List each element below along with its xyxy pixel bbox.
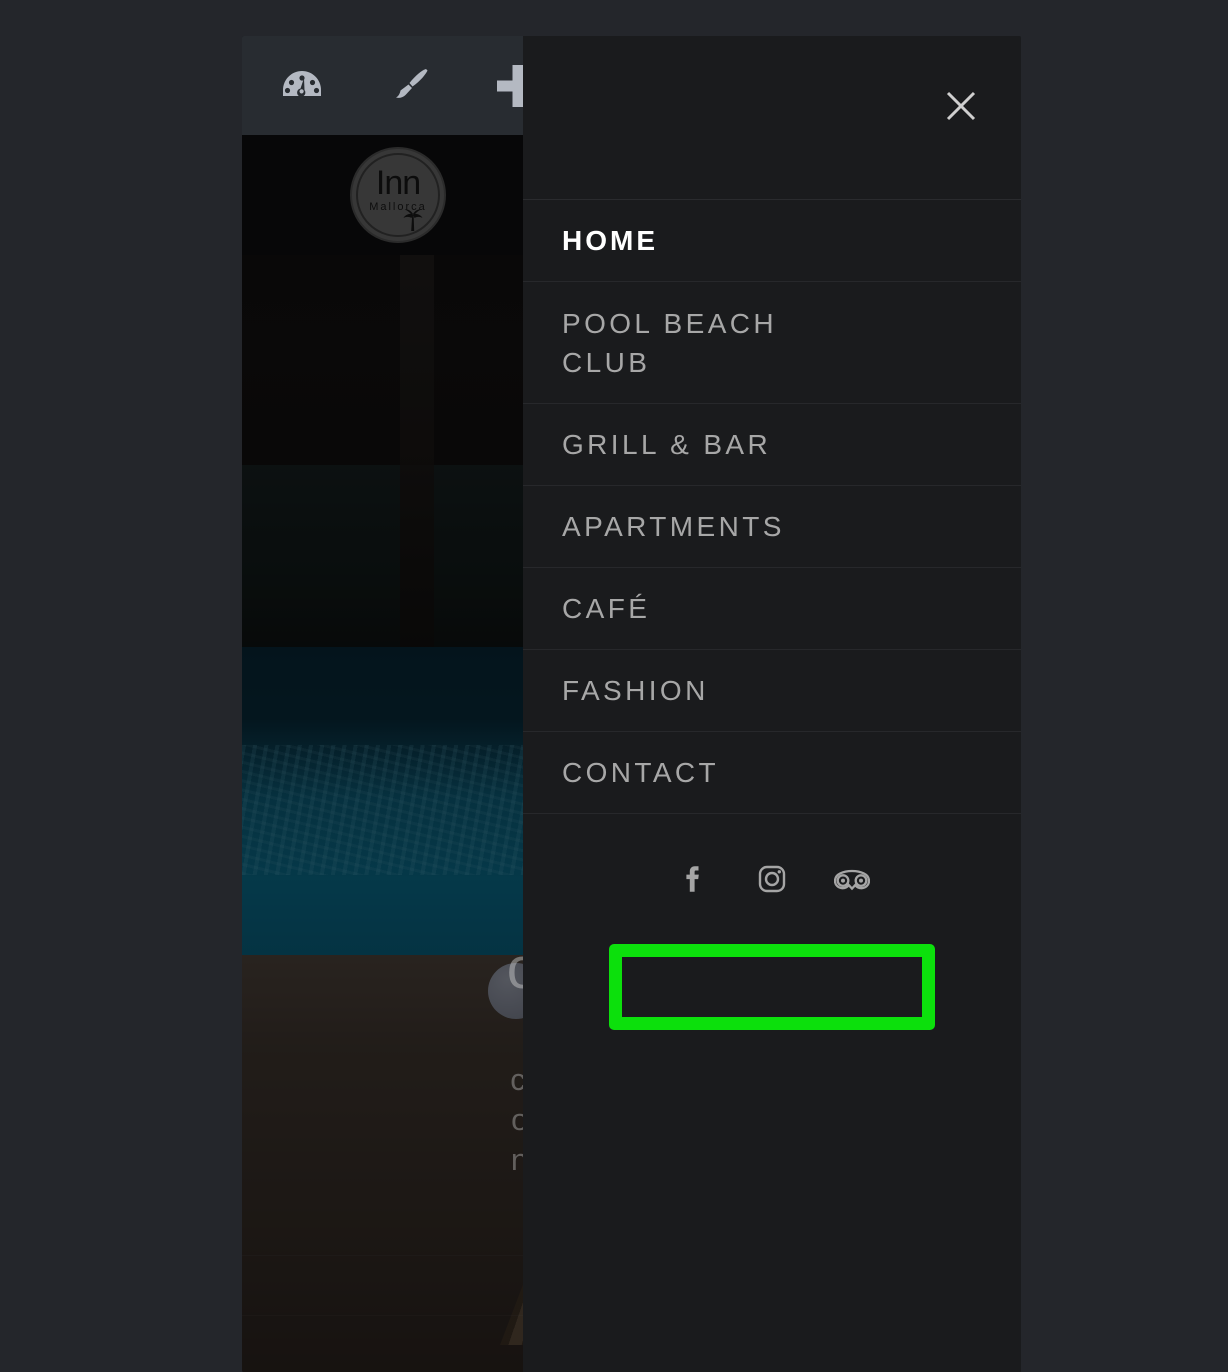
nav-item-cafe[interactable]: CAFÉ — [523, 568, 1021, 650]
nav-item-apartments[interactable]: APARTMENTS — [523, 486, 1021, 568]
nav-item-label: APARTMENTS — [562, 511, 785, 542]
nav-item-fashion[interactable]: FASHION — [523, 650, 1021, 732]
dashboard-gauge-icon[interactable] — [274, 58, 330, 114]
nav-item-grill-and-bar[interactable]: GRILL & BAR — [523, 404, 1021, 486]
navigation-overlay: HOME POOL BEACH CLUB GRILL & BAR APARTME… — [523, 36, 1021, 1372]
nav-item-home[interactable]: HOME — [523, 200, 1021, 282]
nav-item-pool-beach-club[interactable]: POOL BEACH CLUB — [523, 282, 1021, 404]
nav-item-contact[interactable]: CONTACT — [523, 732, 1021, 814]
paintbrush-icon[interactable] — [382, 58, 438, 114]
overlay-header — [523, 36, 1021, 200]
nav-item-label: CONTACT — [562, 757, 720, 788]
highlight-box[interactable] — [609, 944, 935, 1030]
nav-item-label: HOME — [562, 225, 658, 256]
nav-item-label: CAFÉ — [562, 593, 651, 624]
nav-list: HOME POOL BEACH CLUB GRILL & BAR APARTME… — [523, 200, 1021, 814]
facebook-icon — [686, 866, 699, 892]
social-links — [523, 814, 1021, 944]
close-x-icon — [946, 91, 976, 121]
instagram-icon — [758, 865, 786, 893]
close-menu-button[interactable] — [939, 84, 983, 128]
nav-item-label: FASHION — [562, 675, 709, 706]
device-preview-frame: Inn Mallorca ome Hom ca is your home a o… — [242, 36, 1021, 1372]
nav-item-label: GRILL & BAR — [562, 429, 772, 460]
nav-item-label: POOL BEACH CLUB — [562, 307, 778, 378]
tripadvisor-link[interactable] — [832, 859, 872, 899]
facebook-link[interactable] — [672, 859, 712, 899]
instagram-link[interactable] — [752, 859, 792, 899]
tripadvisor-icon — [834, 869, 870, 891]
